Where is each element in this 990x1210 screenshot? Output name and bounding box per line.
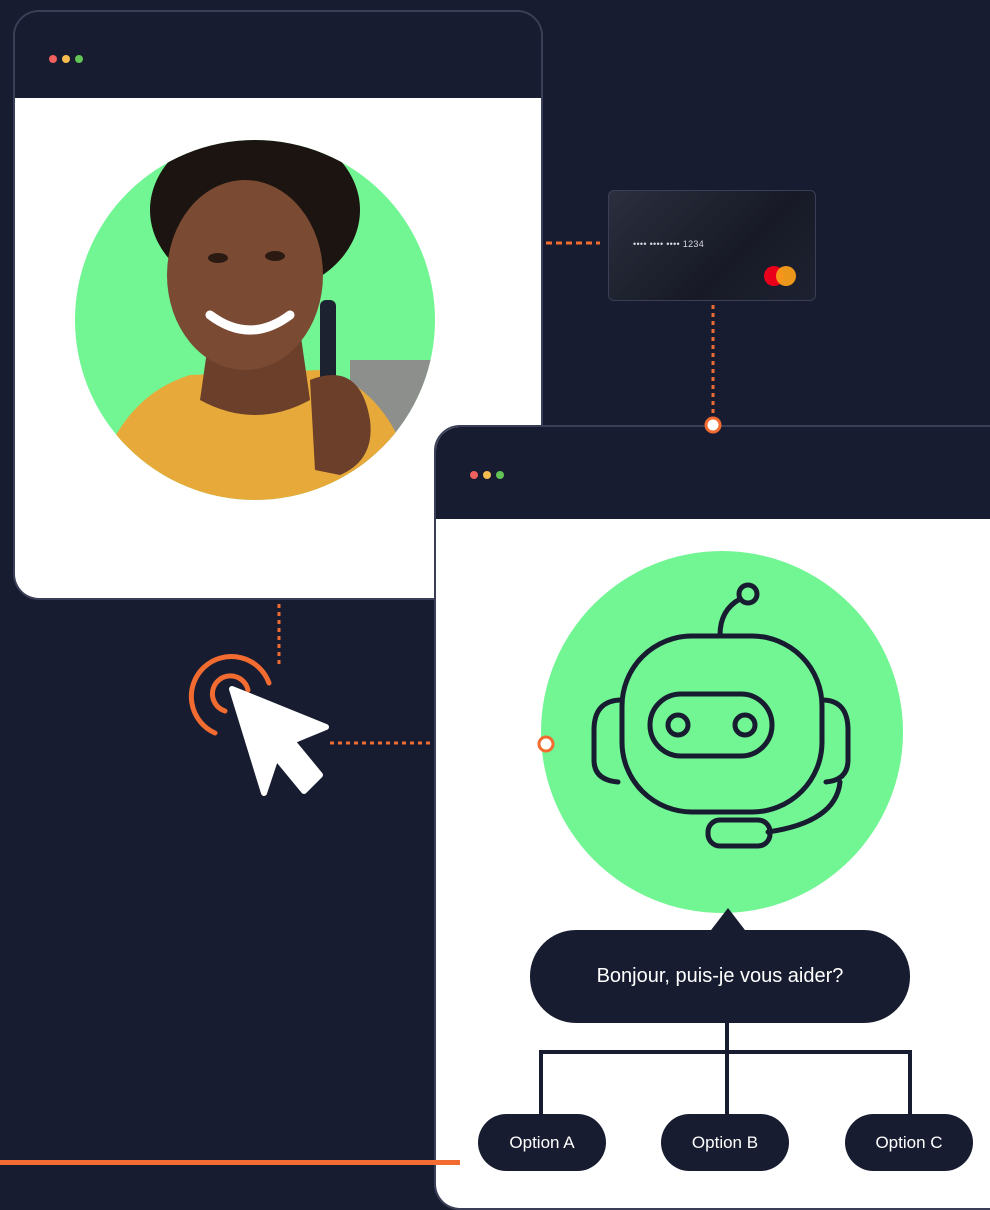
options-tree-lines	[539, 1023, 912, 1114]
bottom-accent-line	[0, 1160, 460, 1165]
option-b-label: Option B	[691, 1132, 759, 1152]
chatbot-greeting-text: Bonjour, puis-je vous aider?	[596, 965, 844, 987]
chatbot-greeting-bubble: Bonjour, puis-je vous aider?	[530, 930, 910, 1023]
option-a-button[interactable]: Option A	[478, 1114, 606, 1171]
option-a-label: Option A	[509, 1132, 575, 1152]
option-c-label: Option C	[875, 1132, 943, 1152]
option-c-button[interactable]: Option C	[845, 1114, 973, 1171]
option-b-button[interactable]: Option B	[661, 1114, 789, 1171]
